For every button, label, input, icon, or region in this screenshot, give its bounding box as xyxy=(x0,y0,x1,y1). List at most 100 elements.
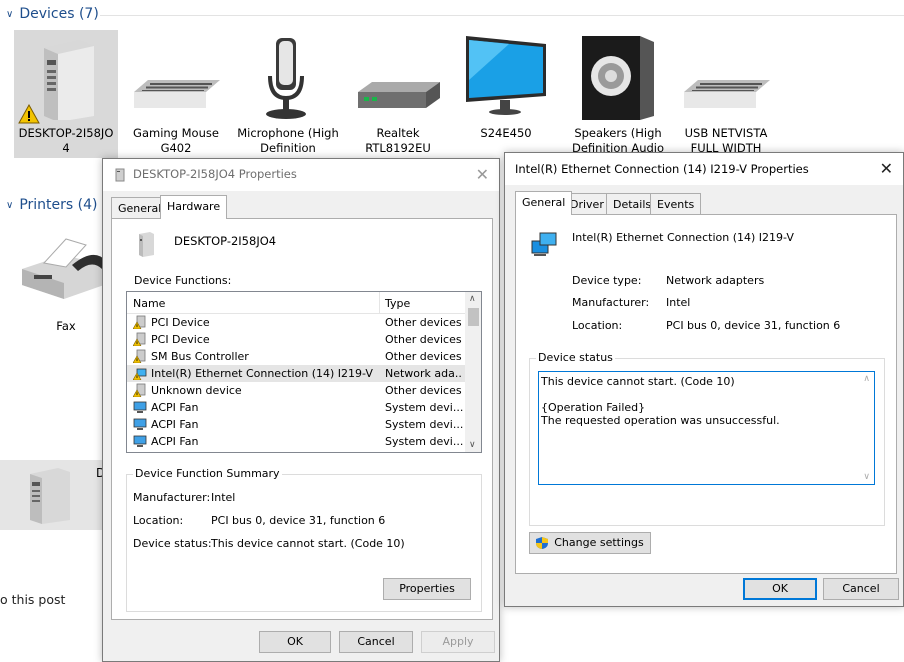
close-icon[interactable]: ✕ xyxy=(476,165,489,184)
ok-button[interactable]: OK xyxy=(259,631,331,653)
network-adapter-icon xyxy=(531,232,557,256)
row-type: System devi... xyxy=(385,418,463,431)
monitor-icon xyxy=(466,36,546,115)
change-settings-button[interactable]: Change settings xyxy=(529,532,651,554)
device-status-textbox[interactable]: This device cannot start. (Code 10) {Ope… xyxy=(538,371,875,485)
device-functions-list[interactable]: Name Type PCI Device Other devices PCI Dev… xyxy=(126,291,482,453)
apply-button[interactable]: Apply xyxy=(421,631,495,653)
computer-icon xyxy=(139,232,154,257)
system-device-icon xyxy=(133,418,147,430)
status-line: This device cannot start. (Code 10) xyxy=(541,375,735,388)
table-row[interactable]: ACPI Fan System devi... xyxy=(127,399,465,416)
device-item[interactable]: Gaming Mouse G402 xyxy=(124,30,228,158)
row-type: Other devices xyxy=(385,350,462,363)
table-row[interactable]: PCI Device Other devices xyxy=(127,314,465,331)
scroll-up-icon[interactable]: ∧ xyxy=(469,294,476,304)
system-device-icon xyxy=(133,435,147,447)
scroll-down-icon[interactable]: ∨ xyxy=(863,472,870,482)
group-title: Device Function Summary xyxy=(133,467,282,480)
row-name: PCI Device xyxy=(151,316,210,329)
row-type: Other devices xyxy=(385,316,462,329)
cancel-button[interactable]: Cancel xyxy=(339,631,413,653)
scrollbar-thumb[interactable] xyxy=(468,308,479,326)
location-value: PCI bus 0, device 31, function 6 xyxy=(211,514,386,527)
printers-section-header[interactable]: ∨ Printers (4) xyxy=(6,197,97,213)
device-item[interactable]: Microphone (High Definition xyxy=(236,30,340,158)
properties-button[interactable]: Properties xyxy=(383,578,471,600)
general-tab-panel: Intel(R) Ethernet Connection (14) I219-V… xyxy=(515,214,897,574)
device-item[interactable]: USB NETVISTA FULL WIDTH xyxy=(674,30,778,158)
location-value: PCI bus 0, device 31, function 6 xyxy=(666,319,841,332)
location-label: Location: xyxy=(133,514,184,527)
warning-device-icon xyxy=(133,383,146,397)
row-type: Other devices xyxy=(385,333,462,346)
device-type-value: Network adapters xyxy=(666,274,765,287)
post-link-text[interactable]: o this post xyxy=(0,592,65,607)
keyboard-icon xyxy=(684,80,770,108)
device-function-summary-group: Device Function Summary Manufacturer: In… xyxy=(126,467,482,612)
device-item[interactable]: Realtek RTL8192EU xyxy=(346,30,450,158)
title-bar[interactable]: DESKTOP-2I58JO4 Properties ✕ xyxy=(103,159,499,191)
device-item[interactable]: Speakers (High Definition Audio xyxy=(566,30,670,158)
device-item[interactable]: DESKTOP-2I58JO 4 xyxy=(14,30,118,158)
warning-icon xyxy=(18,104,40,124)
warning-network-icon xyxy=(133,368,147,380)
device-type-label: Device type: xyxy=(572,274,642,287)
close-icon[interactable]: ✕ xyxy=(880,159,893,178)
ok-button[interactable]: OK xyxy=(743,578,817,600)
status-line: {Operation Failed} xyxy=(541,401,646,414)
cancel-button[interactable]: Cancel xyxy=(823,578,899,600)
status-line: The requested operation was unsuccessful… xyxy=(541,414,780,427)
column-header-type[interactable]: Type xyxy=(385,297,410,310)
chevron-down-icon: ∨ xyxy=(6,199,14,211)
warning-device-icon xyxy=(133,315,146,329)
device-functions-label: Device Functions: xyxy=(134,274,232,287)
table-row[interactable]: PCI Device Other devices xyxy=(127,331,465,348)
warning-device-icon xyxy=(133,349,146,363)
desktop-properties-dialog: DESKTOP-2I58JO4 Properties ✕ General Har… xyxy=(102,158,500,662)
device-name: Intel(R) Ethernet Connection (14) I219-V xyxy=(572,231,794,244)
button-label: Change settings xyxy=(554,536,644,549)
tab-events[interactable]: Events xyxy=(650,193,702,215)
computer-icon xyxy=(30,468,70,524)
network-adapter-icon xyxy=(358,82,440,108)
hardware-tab-panel: DESKTOP-2I58JO4 Device Functions: Name T… xyxy=(111,218,493,620)
row-name: Intel(R) Ethernet Connection (14) I219-V xyxy=(151,367,373,380)
tab-general[interactable]: General xyxy=(515,191,573,215)
warning-device-icon xyxy=(133,332,146,346)
manufacturer-value: Intel xyxy=(211,491,236,504)
scroll-up-icon[interactable]: ∧ xyxy=(863,374,870,384)
column-divider[interactable] xyxy=(379,292,380,314)
computer-icon xyxy=(115,168,125,182)
ethernet-properties-dialog: Intel(R) Ethernet Connection (14) I219-V… xyxy=(504,152,904,607)
row-name: Unknown device xyxy=(151,384,242,397)
manufacturer-value: Intel xyxy=(666,296,691,309)
table-row[interactable]: ACPI Fan System devi... xyxy=(127,433,465,450)
table-row[interactable]: Intel(R) Ethernet Connection (14) I219-V… xyxy=(127,365,465,382)
system-device-icon xyxy=(133,401,147,413)
table-row[interactable]: ACPI Fan System devi... xyxy=(127,416,465,433)
row-type: Network ada... xyxy=(385,367,463,380)
scroll-down-icon[interactable]: ∨ xyxy=(469,440,476,450)
status-value: This device cannot start. (Code 10) xyxy=(211,537,405,550)
row-name: SM Bus Controller xyxy=(151,350,249,363)
shield-icon xyxy=(536,537,548,549)
device-item[interactable] xyxy=(0,460,104,530)
title-bar[interactable]: Intel(R) Ethernet Connection (14) I219-V… xyxy=(505,153,903,185)
table-row[interactable]: SM Bus Controller Other devices xyxy=(127,348,465,365)
row-type: System devi... xyxy=(385,401,463,414)
location-label: Location: xyxy=(572,319,623,332)
device-name: DESKTOP-2I58JO4 xyxy=(174,234,277,248)
list-header: Name Type xyxy=(127,292,465,314)
group-title: Device status xyxy=(536,351,615,364)
device-item[interactable]: S24E450 xyxy=(454,30,558,158)
status-label: Device status: xyxy=(133,537,212,550)
column-header-name[interactable]: Name xyxy=(133,297,165,310)
row-type: Other devices xyxy=(385,384,462,397)
tab-hardware[interactable]: Hardware xyxy=(160,195,228,219)
list-rows: PCI Device Other devices PCI Device Other d… xyxy=(127,314,465,452)
row-name: PCI Device xyxy=(151,333,210,346)
devices-section-header[interactable]: ∨ Devices (7) xyxy=(6,6,99,22)
table-row[interactable]: Unknown device Other devices xyxy=(127,382,465,399)
vertical-scrollbar[interactable]: ∧ ∨ xyxy=(465,292,481,452)
